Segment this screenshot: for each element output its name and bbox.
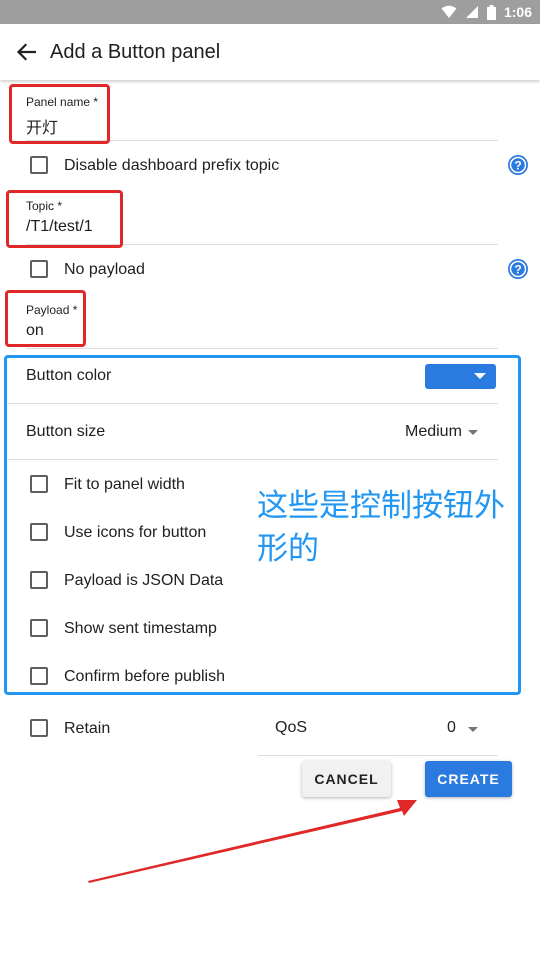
signal-icon	[465, 6, 478, 18]
dropdown-arrow-icon	[468, 430, 478, 435]
fit-panel-width-checkbox[interactable]	[30, 475, 48, 493]
payload-underline	[26, 348, 498, 349]
retain-label: Retain	[64, 720, 111, 737]
arrow-back-icon	[16, 43, 36, 61]
no-payload-checkbox[interactable]	[30, 260, 48, 278]
show-timestamp-checkbox[interactable]	[30, 619, 48, 637]
payload-json-checkbox[interactable]	[30, 571, 48, 589]
divider	[8, 403, 498, 404]
app-bar: Add a Button panel	[0, 24, 540, 80]
battery-icon	[486, 4, 496, 20]
qos-underline	[258, 755, 498, 756]
page-title: Add a Button panel	[50, 40, 221, 63]
status-bar: 1:06	[0, 0, 540, 24]
disable-prefix-label: Disable dashboard prefix topic	[64, 157, 280, 174]
back-button[interactable]	[2, 24, 50, 80]
fit-panel-width-label: Fit to panel width	[64, 476, 185, 493]
highlight-panel-name	[9, 84, 110, 144]
confirm-publish-label: Confirm before publish	[64, 668, 225, 685]
use-icons-checkbox[interactable]	[30, 523, 48, 541]
status-icons: 1:06	[441, 0, 532, 24]
annotation-text: 这些是控制按钮外形的	[257, 488, 505, 566]
status-time: 1:06	[503, 4, 532, 20]
payload-json-label: Payload is JSON Data	[64, 572, 224, 589]
divider	[8, 459, 498, 460]
retain-checkbox[interactable]	[30, 719, 48, 737]
button-color-label: Button color	[26, 367, 112, 384]
confirm-publish-checkbox[interactable]	[30, 667, 48, 685]
button-color-select[interactable]	[425, 364, 496, 389]
highlight-payload	[5, 290, 86, 347]
highlight-topic	[6, 190, 123, 248]
dropdown-arrow-icon	[468, 727, 478, 732]
dropdown-arrow-icon	[474, 373, 486, 379]
show-timestamp-label: Show sent timestamp	[64, 620, 217, 637]
no-payload-label: No payload	[64, 261, 145, 278]
qos-select[interactable]: 0	[447, 719, 456, 737]
cancel-button[interactable]: CANCEL	[302, 761, 391, 797]
svg-text:?: ?	[514, 159, 521, 173]
wifi-icon	[441, 5, 457, 18]
qos-label: QoS	[275, 719, 308, 736]
create-button[interactable]: CREATE	[425, 761, 512, 797]
help-icon[interactable]: ?	[507, 154, 529, 176]
button-size-select[interactable]: Medium	[405, 423, 462, 441]
use-icons-label: Use icons for button	[64, 524, 207, 541]
button-size-label: Button size	[26, 423, 106, 440]
disable-prefix-checkbox[interactable]	[30, 156, 48, 174]
svg-text:?: ?	[514, 263, 521, 277]
help-icon[interactable]: ?	[507, 258, 529, 280]
